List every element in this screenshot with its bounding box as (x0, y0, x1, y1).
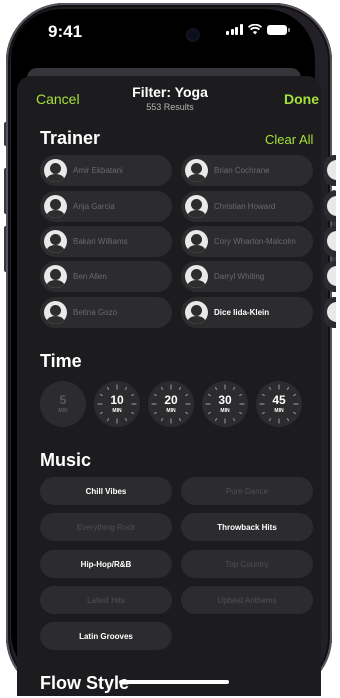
music-option-hip-hop-rnb[interactable]: Hip-Hop/R&B (40, 550, 172, 578)
avatar (185, 301, 208, 324)
trainer-chip[interactable]: Amir Ekbatani (40, 155, 172, 186)
avatar (327, 160, 336, 180)
time-option-20[interactable]: 20 MIN (148, 381, 194, 427)
trainer-chip[interactable]: Brian Cochrane (181, 155, 313, 186)
music-heading: Music (40, 450, 92, 470)
time-value: 5 (59, 393, 67, 407)
status-icons (226, 24, 290, 35)
avatar (327, 266, 336, 286)
clear-all-button[interactable]: Clear All (265, 132, 313, 147)
time-option-10[interactable]: 10 MIN (94, 381, 140, 427)
front-camera (188, 30, 198, 40)
cellular-signal-icon (226, 24, 243, 35)
music-option-upbeat-anthems[interactable]: Upbeat Anthems (181, 586, 313, 614)
avatar (327, 302, 336, 322)
avatar (185, 159, 208, 182)
trainer-chip-selected[interactable]: Dice Iida-Klein (181, 297, 313, 328)
flow-style-heading: Flow Style (40, 673, 130, 693)
trainer-chip[interactable]: Anja Garcia (40, 191, 172, 222)
sheet-title: Filter: Yoga (132, 84, 208, 100)
trainer-chip[interactable]: Cory Wharton-Malcolm (181, 226, 313, 257)
time-unit: MIN (58, 408, 68, 414)
trainer-name: Darryl Whiting (214, 272, 265, 281)
trainer-chip[interactable]: Christian Howard (181, 191, 313, 222)
time-value: 45 (272, 393, 286, 407)
trainer-chip-partial[interactable] (324, 226, 336, 257)
trainer-name: Brian Cochrane (214, 166, 270, 175)
music-option-throwback-hits[interactable]: Throwback Hits (181, 513, 313, 541)
music-option-latest-hits[interactable]: Latest Hits (40, 586, 172, 614)
time-unit: MIN (220, 408, 230, 414)
time-option-5[interactable]: 5 MIN (40, 381, 86, 427)
trainer-chip-partial[interactable] (324, 155, 336, 186)
trainer-chip[interactable]: Ben Allen (40, 261, 172, 292)
time-heading: Time (40, 351, 82, 371)
avatar (185, 230, 208, 253)
trainer-name: Christian Howard (214, 202, 276, 211)
time-unit: MIN (274, 408, 284, 414)
trainer-name: Bakari Williams (73, 237, 128, 246)
music-option-chill-vibes[interactable]: Chill Vibes (40, 477, 172, 505)
avatar (44, 230, 67, 253)
trainer-chip-partial[interactable] (324, 261, 336, 292)
trainer-name: Amir Ekbatani (73, 166, 123, 175)
music-option-top-country[interactable]: Top Country (181, 550, 313, 578)
trainer-chip[interactable]: Darryl Whiting (181, 261, 313, 292)
avatar (327, 231, 336, 251)
status-time: 9:41 (48, 22, 83, 41)
music-option-latin-grooves[interactable]: Latin Grooves (40, 622, 172, 650)
trainer-heading: Trainer (40, 128, 101, 148)
time-unit: MIN (112, 408, 122, 414)
time-value: 10 (110, 393, 124, 407)
home-indicator (119, 680, 229, 684)
avatar (327, 196, 336, 216)
avatar (44, 301, 67, 324)
trainer-chip-partial[interactable] (324, 191, 336, 222)
avatar (185, 265, 208, 288)
trainer-name: Dice Iida-Klein (214, 308, 270, 317)
trainer-name: Betina Gozo (73, 308, 118, 317)
trainer-name: Cory Wharton-Malcolm (214, 237, 296, 246)
battery-icon (266, 24, 290, 35)
time-value: 30 (218, 393, 232, 407)
trainer-name: Anja Garcia (73, 202, 115, 211)
avatar (44, 159, 67, 182)
done-button[interactable]: Done (284, 91, 319, 107)
trainer-chip-partial[interactable] (324, 297, 336, 328)
avatar (185, 195, 208, 218)
avatar (44, 195, 67, 218)
time-option-30[interactable]: 30 MIN (202, 381, 248, 427)
time-value: 20 (164, 393, 178, 407)
trainer-chip[interactable]: Betina Gozo (40, 297, 172, 328)
cancel-button[interactable]: Cancel (36, 91, 80, 107)
time-option-45[interactable]: 45 MIN (256, 381, 302, 427)
results-count: 553 Results (146, 102, 194, 112)
wifi-icon (247, 24, 262, 35)
music-option-everything-rock[interactable]: Everything Rock (40, 513, 172, 541)
time-unit: MIN (166, 408, 176, 414)
trainer-name: Ben Allen (73, 272, 107, 281)
music-option-pure-dance[interactable]: Pure Dance (181, 477, 313, 505)
trainer-chip[interactable]: Bakari Williams (40, 226, 172, 257)
avatar (44, 265, 67, 288)
dynamic-island (118, 20, 242, 52)
